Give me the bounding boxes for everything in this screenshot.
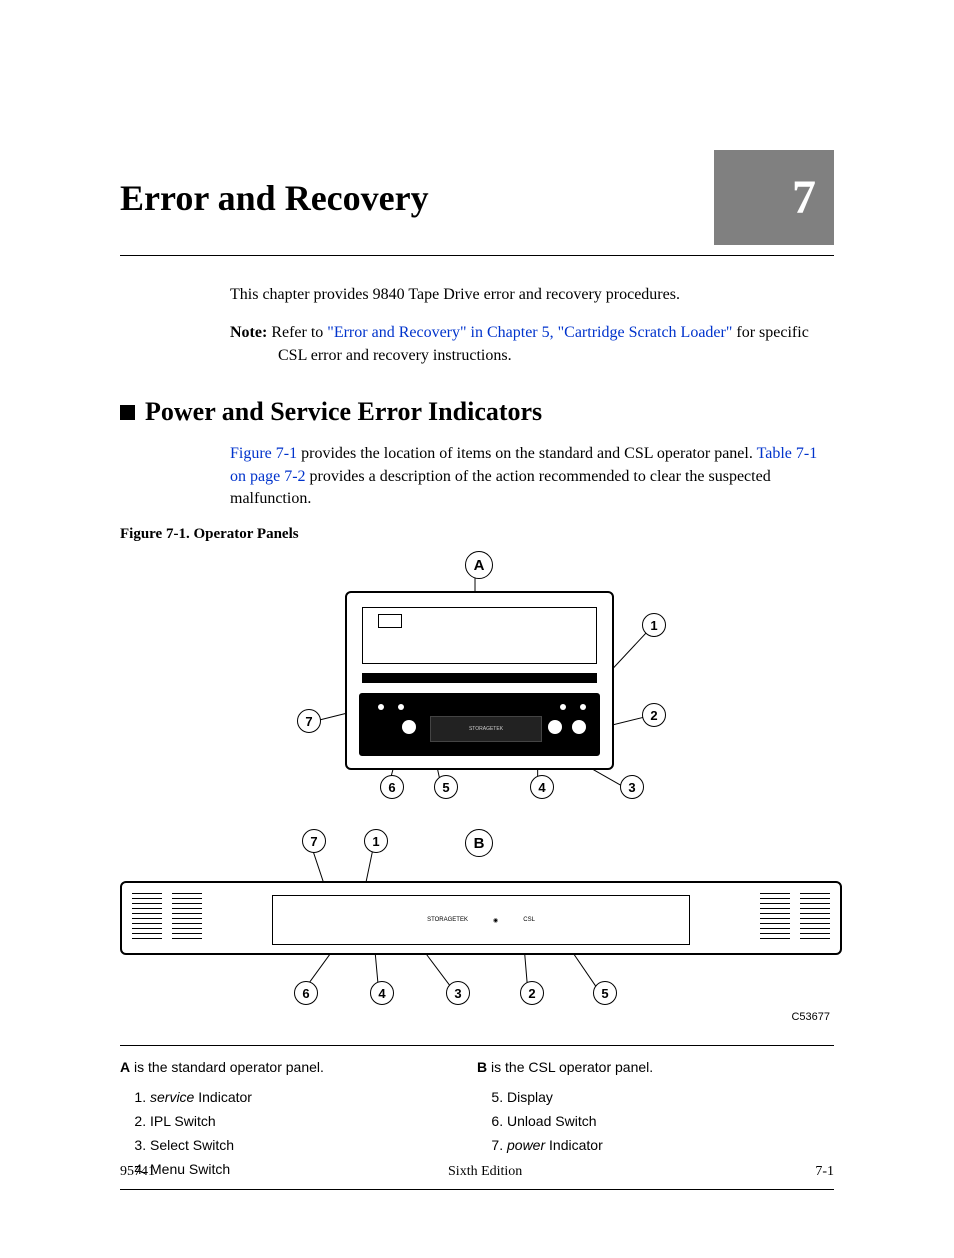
- callout-b-4: 4: [370, 981, 394, 1005]
- legend-a-label: A: [120, 1059, 130, 1075]
- figure-label-a: A: [465, 551, 493, 579]
- callout-b-7: 7: [302, 829, 326, 853]
- callout-b-1: 1: [364, 829, 388, 853]
- callout-a-3: 3: [620, 775, 644, 799]
- display-a: STORAGETEK: [430, 716, 542, 742]
- section-text-2: provides a description of the action rec…: [230, 468, 771, 507]
- chapter-title: Error and Recovery: [120, 177, 429, 219]
- figure-diagram: A STORAGETEK 1 2 3 4 5 6 7 B 7: [120, 551, 834, 1041]
- callout-b-6: 6: [294, 981, 318, 1005]
- figure-title: Figure 7-1. Operator Panels: [120, 526, 834, 543]
- intro-paragraph: This chapter provides 9840 Tape Drive er…: [230, 284, 834, 306]
- legend-sep-top: [120, 1045, 834, 1046]
- callout-a-7: 7: [297, 709, 321, 733]
- page-footer: 95741 Sixth Edition 7-1: [120, 1164, 834, 1180]
- footer-left: 95741: [120, 1164, 155, 1180]
- section-title: Power and Service Error Indicators: [145, 397, 542, 427]
- callout-b-2: 2: [520, 981, 544, 1005]
- legend-item-1: service Indicator: [150, 1086, 477, 1110]
- legend-item-5: Display: [507, 1086, 834, 1110]
- callout-a-1: 1: [642, 613, 666, 637]
- section-text-1: provides the location of items on the st…: [297, 445, 756, 462]
- operator-panel-a: STORAGETEK: [345, 591, 614, 770]
- operator-panel-b: STORAGETEK ◉ CSL: [120, 881, 842, 955]
- callout-a-2: 2: [642, 703, 666, 727]
- figure-ref-link[interactable]: Figure 7-1: [230, 445, 297, 462]
- footer-right: 7-1: [815, 1164, 834, 1180]
- figure-code: C53677: [791, 1011, 830, 1023]
- legend-sep-bottom: [120, 1189, 834, 1190]
- figure-label-b: B: [465, 829, 493, 857]
- legend-item-6: Unload Switch: [507, 1110, 834, 1134]
- panel-csl: CSL: [523, 917, 535, 923]
- legend-item-3: Select Switch: [150, 1134, 477, 1158]
- legend-item-7: power Indicator: [507, 1134, 834, 1158]
- callout-a-4: 4: [530, 775, 554, 799]
- legend-b-desc: is the CSL operator panel.: [487, 1059, 653, 1075]
- note-link[interactable]: "Error and Recovery" in Chapter 5, "Cart…: [327, 324, 732, 341]
- chapter-number-badge: 7: [714, 150, 834, 245]
- callout-b-5: 5: [593, 981, 617, 1005]
- note-paragraph: Note: Refer to "Error and Recovery" in C…: [230, 322, 834, 367]
- legend-b-label: B: [477, 1059, 487, 1075]
- note-label: Note:: [230, 324, 267, 341]
- panel-brand: STORAGETEK: [427, 917, 468, 923]
- section-bullet-icon: [120, 405, 135, 420]
- callout-b-3: 3: [446, 981, 470, 1005]
- callout-a-6: 6: [380, 775, 404, 799]
- legend-a-desc: is the standard operator panel.: [130, 1059, 324, 1075]
- callout-a-5: 5: [434, 775, 458, 799]
- figure-legend: A is the standard operator panel. servic…: [120, 1056, 834, 1181]
- legend-item-2: IPL Switch: [150, 1110, 477, 1134]
- section-paragraph: Figure 7-1 provides the location of item…: [230, 443, 834, 510]
- divider: [120, 255, 834, 256]
- footer-center: Sixth Edition: [448, 1164, 522, 1180]
- note-prefix: Refer to: [271, 324, 327, 341]
